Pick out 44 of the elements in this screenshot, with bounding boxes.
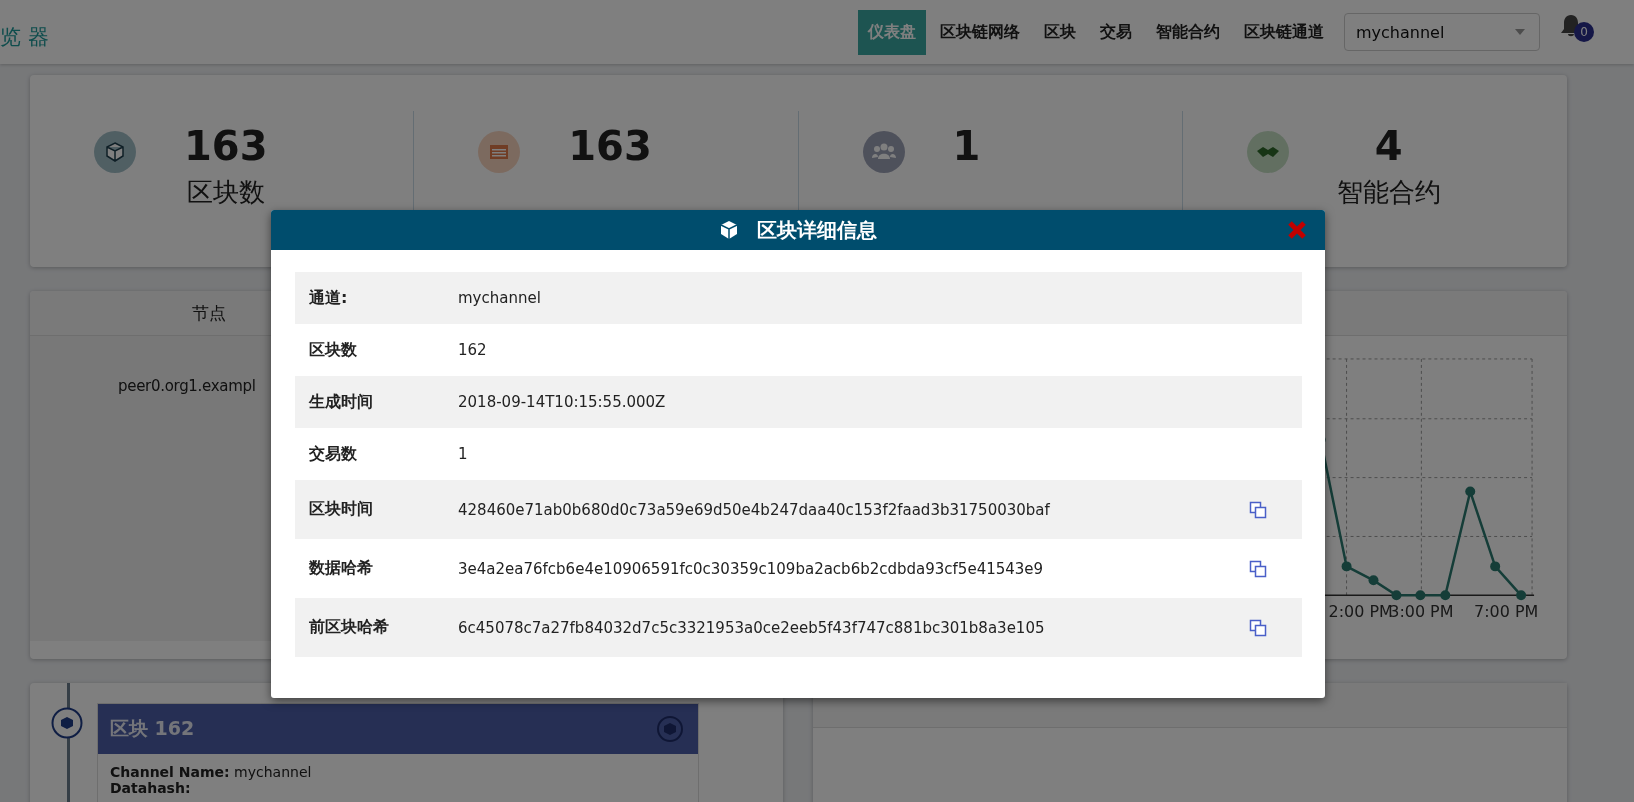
stat-value: 4 (1374, 123, 1403, 169)
panel-title: 节点 (192, 301, 226, 325)
block-card[interactable]: 区块 162 Channel Name: mychannel Datahash: (97, 703, 699, 802)
nav-tab[interactable]: 区块链通道 (1234, 9, 1334, 55)
field-value: 162 (458, 341, 488, 359)
stat-value: 163 (184, 123, 268, 169)
field-label: 区块数 (309, 339, 358, 361)
dialog-title: 区块详细信息 (757, 216, 877, 244)
stat-label: 区块数 (186, 176, 265, 209)
field-value: 2018-09-14T10:15:55.000Z (458, 393, 667, 411)
notification-count: 0 (1574, 22, 1594, 42)
field-value: 1 (458, 445, 469, 463)
channel-select[interactable]: mychannel (1344, 13, 1540, 51)
nav-tab[interactable]: 智能合约 (1146, 9, 1230, 55)
axis-label: 2:00 PM (1328, 602, 1393, 622)
block-datahash-label: Datahash: (110, 780, 192, 796)
field-value: 428460e71ab0b680d0c73a59e69d50e4b247daa40c153f2faad3b31750030baf (458, 500, 1051, 519)
cube-icon (656, 715, 684, 743)
peer-name: peer0.org1.exampl (118, 377, 256, 395)
cube-icon (719, 220, 739, 240)
stat-label: 智能合约 (1336, 176, 1441, 209)
field-label: 前区块哈希 (309, 617, 390, 638)
cube-icon (51, 707, 83, 739)
nav-tab[interactable]: 交易 (1090, 9, 1142, 55)
stat-value: 1 (952, 123, 981, 169)
block-title: 区块 162 (110, 716, 195, 741)
nav-tab[interactable]: 区块 (1034, 9, 1086, 55)
field-label: 区块时间 (309, 499, 374, 520)
field-label: 交易数 (309, 443, 358, 465)
copy-icon[interactable] (1249, 618, 1267, 637)
field-value: 3e4a2ea76fcb6e4e10906591fc0c30359c109ba2acb6b2cdbda93cf5e41543e9 (458, 559, 1045, 578)
axis-label: 7:00 PM (1474, 602, 1539, 622)
copy-icon[interactable] (1249, 559, 1267, 578)
block-channel: Channel Name: mychannel (110, 764, 313, 780)
field-label: 通道: (309, 287, 349, 309)
app-title: 览 器 (0, 24, 49, 51)
nav-tab[interactable]: 区块链网络 (930, 9, 1030, 55)
field-label: 生成时间 (309, 391, 374, 413)
field-value: 6c45078c7a27fb84032d7c5c3321953a0ce2eeb5f43f747c881bc301b8a3e105 (458, 618, 1046, 637)
field-label: 数据哈希 (309, 558, 374, 579)
field-value: mychannel (458, 289, 542, 307)
caret-icon (1515, 29, 1525, 35)
stat-value: 163 (568, 123, 652, 169)
copy-icon[interactable] (1249, 500, 1267, 519)
